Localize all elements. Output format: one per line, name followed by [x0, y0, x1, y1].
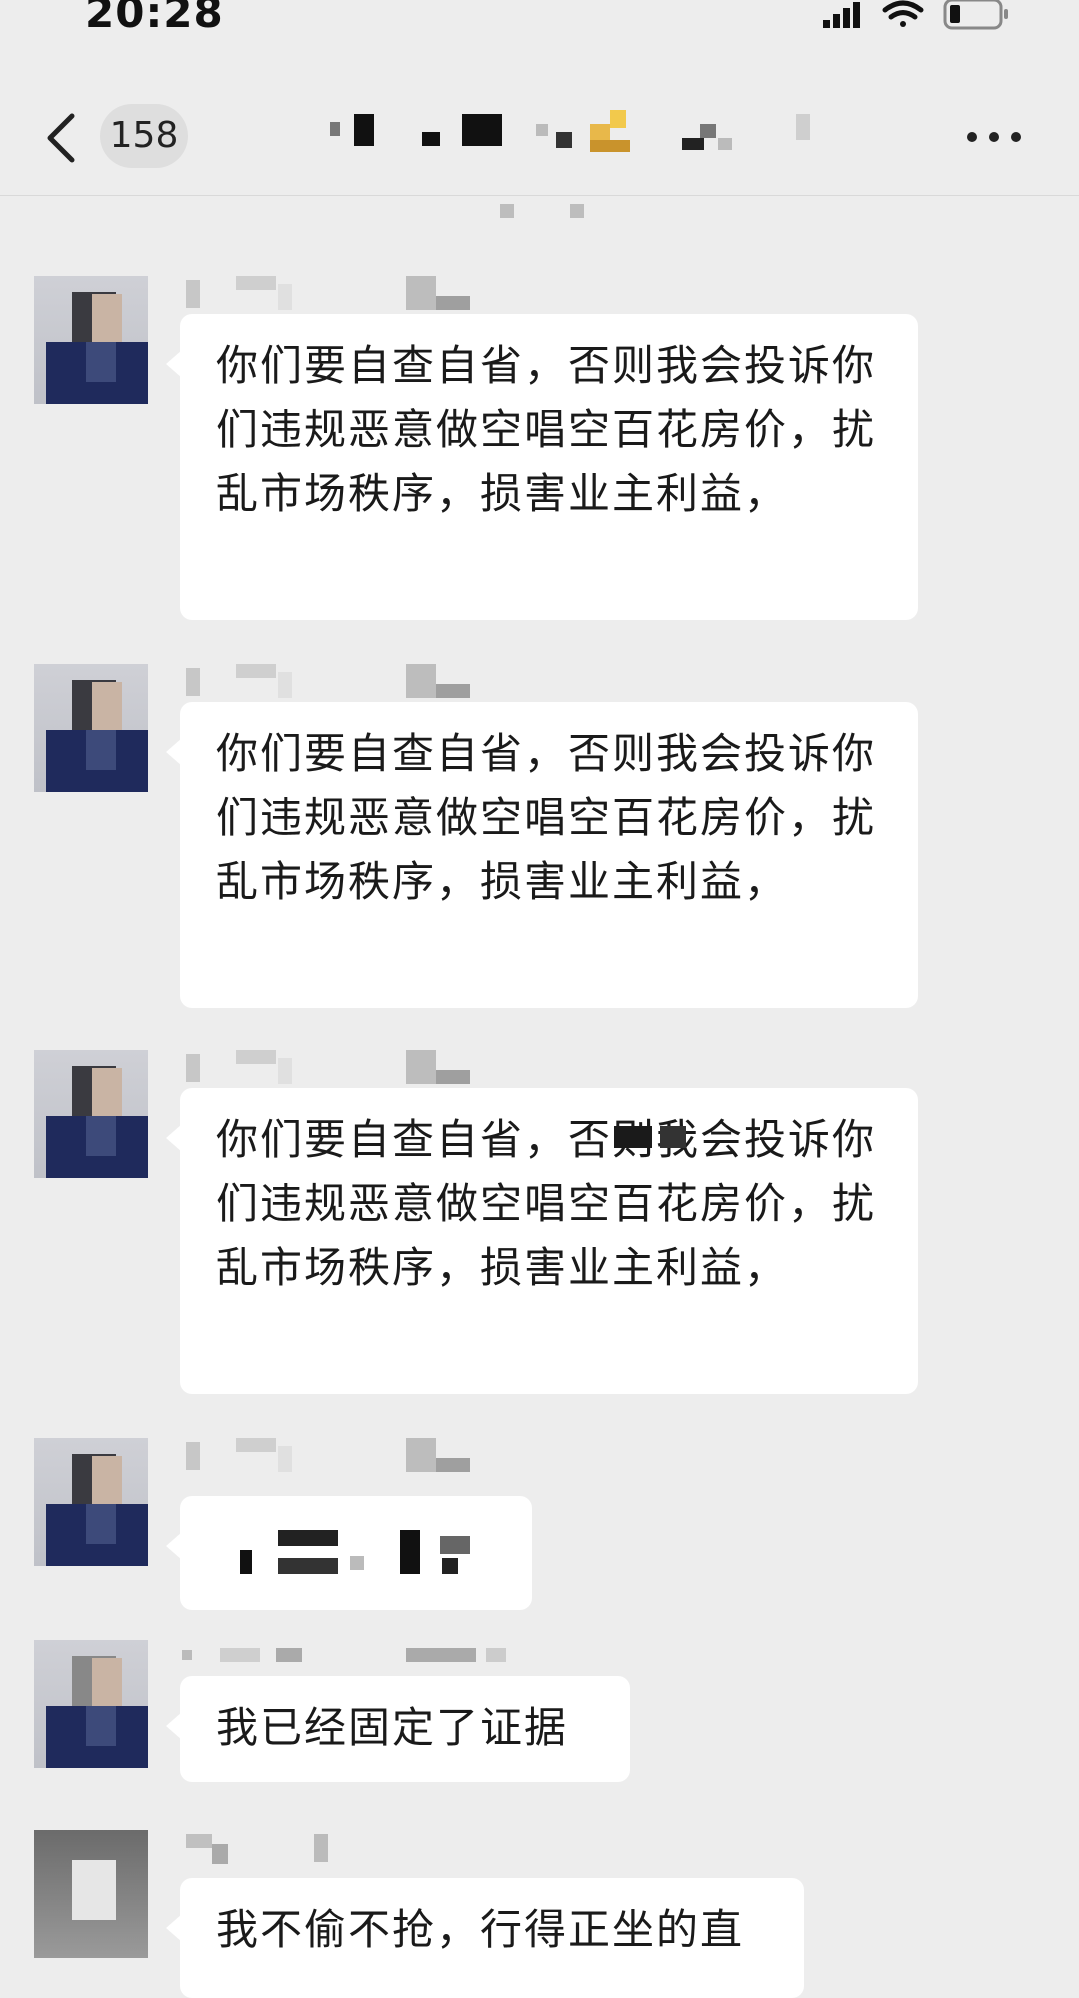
message-bubble[interactable]: 你们要自查自省，否则我会投诉你们违规恶意做空唱空百花房价，扰乱市场秩序，损害业主… — [166, 1088, 918, 1394]
avatar[interactable] — [34, 1640, 148, 1768]
signal-icon — [823, 2, 860, 28]
avatar[interactable] — [34, 664, 148, 792]
message-bubble[interactable]: 你们要自查自省，否则我会投诉你们违规恶意做空唱空百花房价，扰乱市场秩序，损害业主… — [166, 314, 918, 620]
more-options-button[interactable] — [967, 120, 1027, 150]
avatar[interactable] — [34, 276, 148, 404]
sender-name-redacted — [186, 1050, 526, 1084]
sender-name-redacted — [186, 1830, 346, 1864]
battery-icon — [943, 0, 1008, 30]
chevron-left-icon — [47, 113, 75, 163]
unread-count-badge[interactable]: 158 — [100, 104, 188, 168]
wifi-icon — [882, 0, 924, 27]
sender-name-redacted — [186, 276, 526, 310]
chat-title-redacted — [320, 110, 820, 160]
redaction-mark — [660, 1126, 686, 1148]
message-bubble-redacted[interactable] — [166, 1496, 532, 1610]
back-button[interactable] — [42, 108, 82, 168]
sender-name-redacted — [182, 1640, 546, 1674]
status-time: 20:28 — [85, 0, 224, 37]
subtitle-redacted — [490, 200, 600, 230]
sender-name-redacted — [186, 664, 526, 698]
message-bubble[interactable]: 我不偷不抢，行得正坐的直 — [166, 1878, 804, 1998]
message-bubble[interactable]: 我已经固定了证据 — [166, 1676, 630, 1782]
chat-header: 158 — [0, 90, 1079, 196]
redaction-mark — [614, 1126, 652, 1148]
avatar[interactable] — [34, 1438, 148, 1566]
message-bubble[interactable]: 你们要自查自省，否则我会投诉你们违规恶意做空唱空百花房价，扰乱市场秩序，损害业主… — [166, 702, 918, 1008]
avatar[interactable] — [34, 1050, 148, 1178]
avatar[interactable] — [34, 1830, 148, 1958]
sender-name-redacted — [186, 1438, 526, 1472]
status-bar: 20:28 — [0, 0, 1079, 50]
status-icons — [823, 0, 1023, 42]
